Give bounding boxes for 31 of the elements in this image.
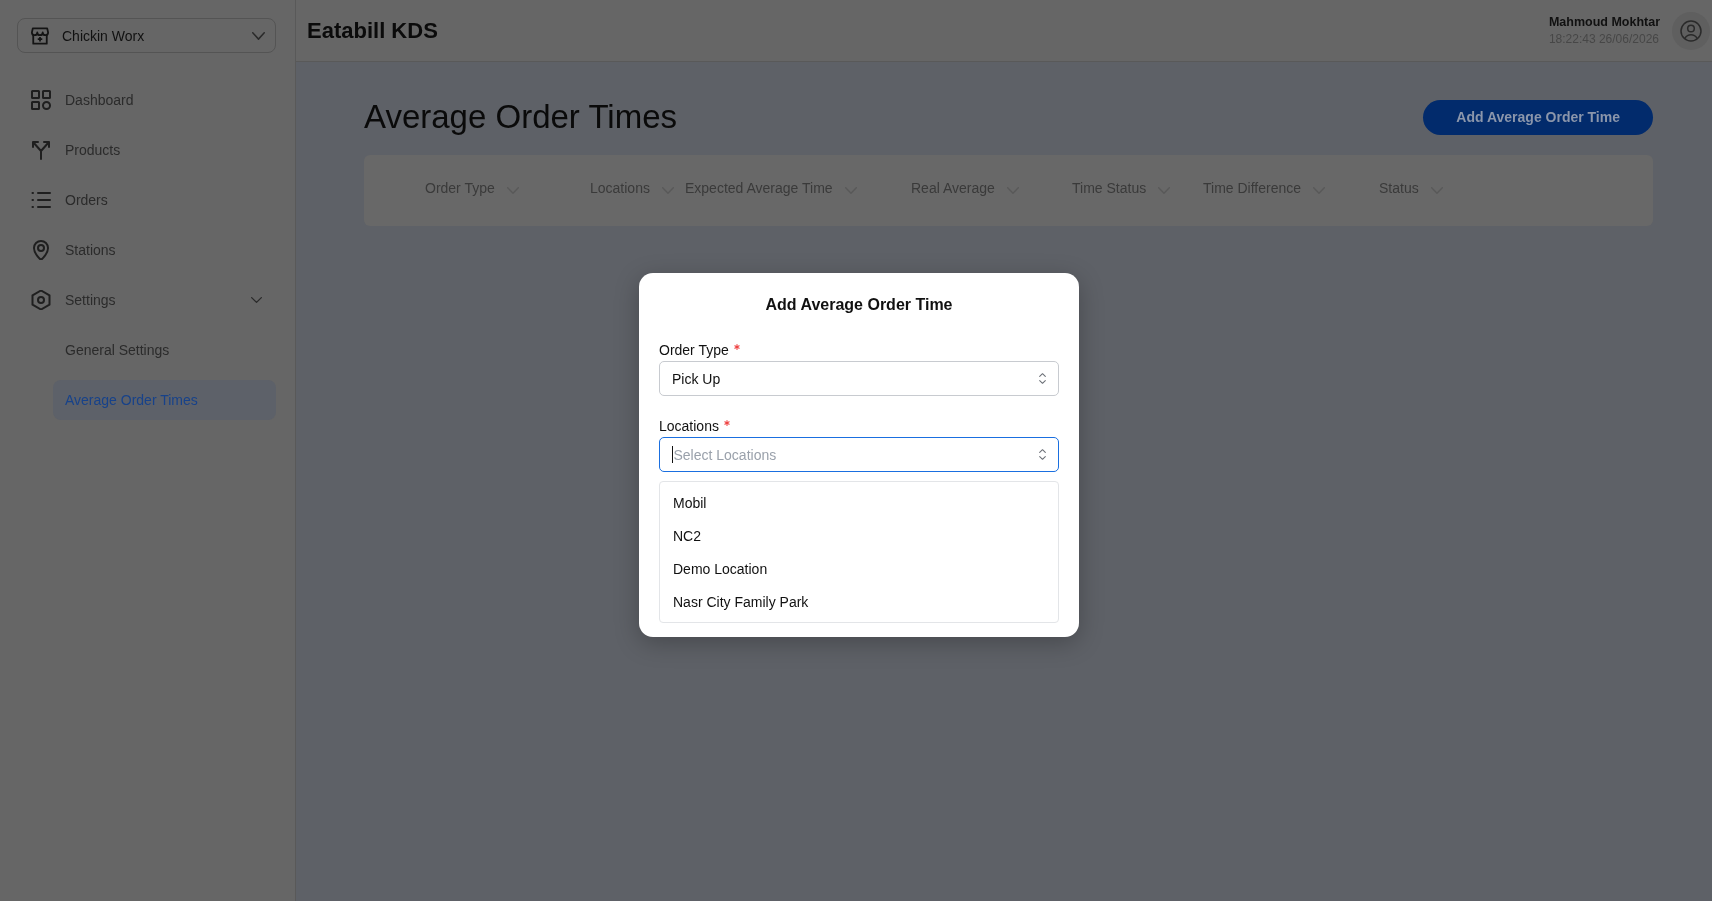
app-title: Eatabill KDS <box>307 17 438 44</box>
sidebar-item[interactable]: Products <box>17 130 276 170</box>
dropdown-option[interactable]: Nasr City Family Park <box>660 585 1058 618</box>
dropdown-option[interactable]: NC2 <box>660 519 1058 552</box>
dropdown-option[interactable]: Mobil <box>660 486 1058 519</box>
dropdown-option[interactable]: Demo Location <box>660 552 1058 585</box>
select-field[interactable]: Pick Up <box>659 361 1059 396</box>
field-label: Locations <box>659 417 719 435</box>
page-title: Average Order Times <box>364 98 678 136</box>
grid-icon <box>31 90 51 110</box>
add-button[interactable]: Add Average Order Time <box>1423 99 1653 135</box>
sidebar-subitem[interactable]: General Settings <box>53 330 276 370</box>
sidebar-subitem[interactable]: Average Order Times <box>53 380 276 420</box>
user-name: Mahmoud Mokhtar <box>1548 15 1660 29</box>
sidebar-item[interactable]: Dashboard <box>17 80 276 120</box>
chevron-down-icon <box>252 31 265 40</box>
store-selector[interactable]: Chickin Worx <box>17 18 276 53</box>
up-down-chevron-icon <box>1039 449 1046 460</box>
select-field[interactable]: Select Locations <box>659 437 1059 472</box>
sidebar-item[interactable]: Settings <box>17 280 276 320</box>
up-down-chevron-icon <box>1039 373 1046 384</box>
sidebar-item[interactable]: Orders <box>17 180 276 220</box>
field-label: Order Type <box>659 341 729 359</box>
location-pin-icon <box>31 240 51 260</box>
sidebar-item[interactable]: Stations <box>17 230 276 270</box>
settings-icon <box>31 290 51 310</box>
user-avatar-icon[interactable] <box>1672 11 1710 50</box>
modal-title: Add Average Order Time <box>764 295 954 315</box>
split-arrow-icon <box>31 140 51 160</box>
list-icon <box>31 190 51 210</box>
store-icon <box>31 26 49 45</box>
